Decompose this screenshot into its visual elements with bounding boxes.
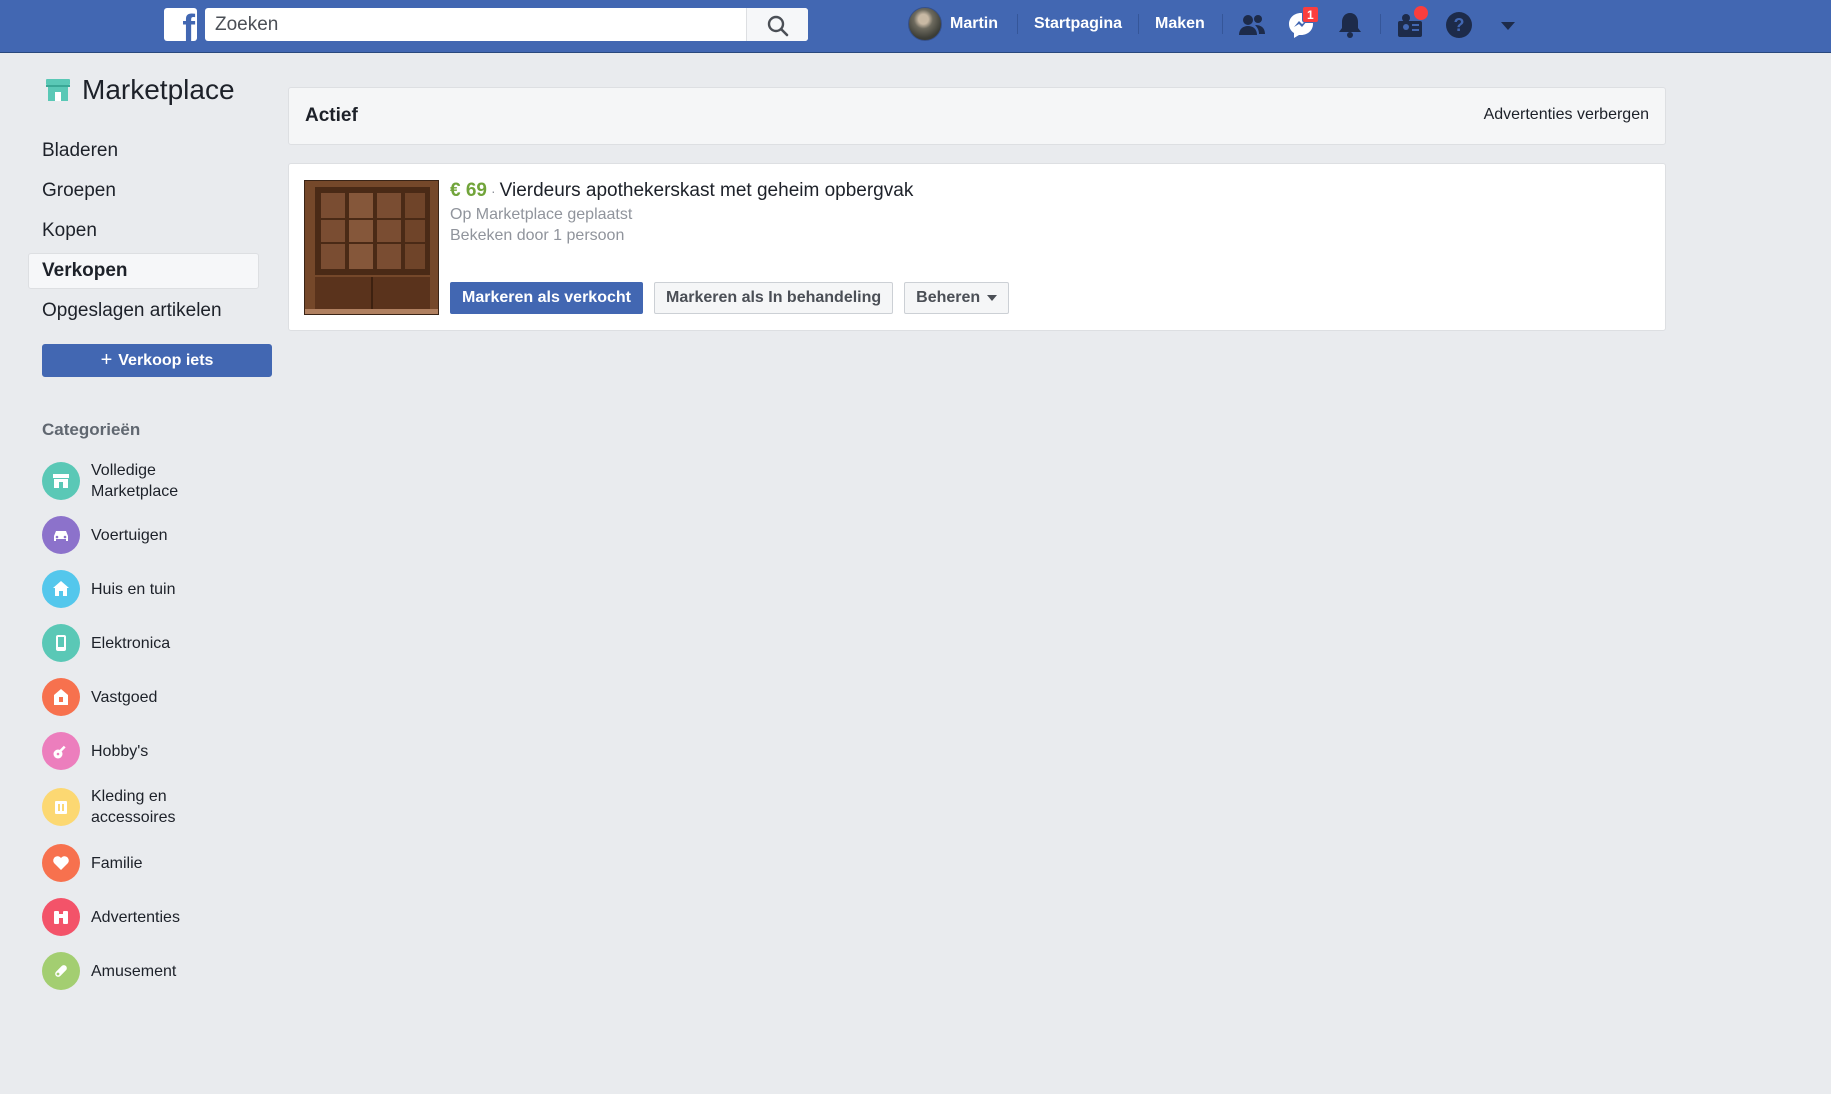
groups-notification-dot [1414, 6, 1428, 20]
category-home-garden[interactable]: Huis en tuin [42, 570, 201, 608]
nav-divider [1380, 14, 1381, 34]
category-label: Huis en tuin [91, 580, 176, 598]
category-label: Vastgoed [91, 688, 158, 706]
marketplace-nav: Bladeren Groepen Kopen Verkopen Opgeslag… [28, 133, 259, 333]
marketplace-header: Marketplace [43, 74, 235, 106]
categories-heading: Categorieën [42, 420, 141, 439]
manage-label: Beheren [916, 289, 981, 306]
nav-item-groups[interactable]: Groepen [28, 173, 259, 209]
messenger-icon[interactable]: 1 [1285, 6, 1319, 41]
category-real-estate[interactable]: Vastgoed [42, 678, 201, 716]
car-icon [42, 516, 80, 554]
house-icon [42, 570, 80, 608]
mark-sold-button[interactable]: Markeren als verkocht [450, 282, 643, 314]
ticket-icon [42, 952, 80, 990]
manage-dropdown-button[interactable]: Beheren [904, 282, 1010, 314]
category-clothing[interactable]: Kleding en accessoires [42, 786, 201, 828]
category-label: Kleding en accessoires [91, 788, 176, 826]
chevron-down-icon [987, 295, 998, 301]
category-label: Volledige Marketplace [91, 462, 179, 500]
listing-price: € 69 [450, 180, 487, 201]
active-listings-header: Actief Advertenties verbergen [288, 87, 1666, 145]
groups-icon[interactable] [1394, 6, 1428, 41]
category-vehicles[interactable]: Voertuigen [42, 516, 201, 554]
profile-link[interactable]: Martin [908, 0, 998, 48]
category-label: Familie [91, 854, 143, 872]
storefront-icon [46, 79, 70, 101]
section-title: Actief [305, 105, 358, 126]
avatar [908, 7, 942, 41]
nav-divider [1138, 14, 1139, 34]
listing-title[interactable]: Vierdeurs apothekerskast met geheim opbe… [500, 180, 914, 201]
search-input[interactable] [205, 8, 745, 41]
guitar-icon [42, 732, 80, 770]
create-link[interactable]: Maken [1155, 15, 1205, 33]
listing-title-line: € 69 · Vierdeurs apothekerskast met geheim… [450, 180, 913, 202]
nav-item-selling[interactable]: Verkopen [28, 253, 259, 289]
heart-icon [42, 844, 80, 882]
category-label: Hobby's [91, 742, 149, 760]
plus-icon: + [100, 349, 113, 371]
nav-divider [1017, 14, 1018, 34]
page-title: Marketplace [82, 74, 235, 105]
nav-divider [1222, 14, 1223, 34]
top-navigation-bar: f Martin Startpagina Maken 1 ? [0, 0, 1831, 53]
search-icon [767, 15, 789, 37]
sell-something-button[interactable]: + Verkoop iets [42, 344, 272, 377]
search-button[interactable] [746, 8, 808, 41]
notifications-icon[interactable] [1334, 9, 1366, 41]
nav-item-saved[interactable]: Opgeslagen artikelen [28, 293, 259, 329]
category-label: Advertenties [91, 908, 180, 926]
listing-card: € 69 · Vierdeurs apothekerskast met geheim… [288, 163, 1666, 331]
storefront-icon [42, 462, 80, 500]
category-electronics[interactable]: Elektronica [42, 624, 201, 662]
listing-views: Bekeken door 1 persoon [450, 227, 625, 244]
phone-icon [42, 624, 80, 662]
hide-ads-link[interactable]: Advertenties verbergen [1484, 106, 1649, 124]
listing-info: € 69 · Vierdeurs apothekerskast met geheim… [450, 180, 913, 246]
account-menu-icon[interactable] [1492, 9, 1524, 41]
friend-requests-icon[interactable] [1236, 9, 1268, 41]
profile-name: Martin [950, 15, 998, 32]
category-family[interactable]: Familie [42, 844, 201, 882]
category-ads[interactable]: Advertenties [42, 898, 201, 936]
listing-photo[interactable] [304, 180, 439, 315]
listing-actions: Markeren als verkocht Markeren als In be… [450, 282, 1020, 314]
facebook-logo-icon[interactable]: f [164, 8, 197, 41]
svg-text:?: ? [1454, 15, 1465, 35]
nav-item-browse[interactable]: Bladeren [28, 133, 259, 169]
listing-posted: Op Marketplace geplaatst [450, 206, 633, 223]
mark-pending-button[interactable]: Markeren als In behandeling [653, 282, 894, 314]
search-box [205, 8, 808, 41]
category-label: Elektronica [91, 634, 171, 652]
nav-item-buy[interactable]: Kopen [28, 213, 259, 249]
separator: · [490, 183, 496, 199]
binoculars-icon [42, 898, 80, 936]
category-hobbies[interactable]: Hobby's [42, 732, 201, 770]
category-label: Amusement [91, 962, 177, 980]
category-all-marketplace[interactable]: Volledige Marketplace [42, 460, 201, 502]
sell-button-label: Verkoop iets [118, 351, 214, 369]
help-icon[interactable]: ? [1443, 9, 1475, 41]
category-label: Voertuigen [91, 526, 168, 544]
messenger-badge: 1 [1302, 6, 1319, 23]
clothing-icon [42, 788, 80, 826]
home-link[interactable]: Startpagina [1034, 15, 1122, 33]
category-entertainment[interactable]: Amusement [42, 952, 201, 990]
real-estate-icon [42, 678, 80, 716]
